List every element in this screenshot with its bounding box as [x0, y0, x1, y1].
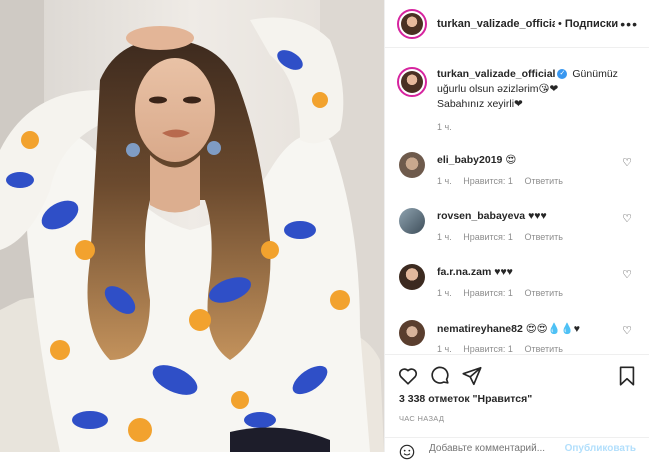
comment-input[interactable] — [429, 443, 559, 454]
comment-time[interactable]: 1 ч. — [437, 288, 452, 298]
comment-likes[interactable]: Нравится: 1 — [463, 288, 513, 298]
comment-meta: 1 ч. Нравится: 1 Ответить — [437, 232, 572, 242]
post-caption: turkan_valizade_official ✓ Günümüz uğurlu… — [397, 67, 640, 132]
commenter-avatar[interactable] — [399, 152, 425, 178]
caption-line-1: Günümüz — [572, 68, 618, 80]
comment-likes[interactable]: Нравится: 1 — [463, 232, 513, 242]
commenter-username[interactable]: fa.r.na.zam — [437, 266, 491, 278]
caption-line-3: Sabahınız xeyirli❤ — [437, 98, 523, 110]
comment-item: nematireyhane82 😍😍💧💧♥ 1 ч. Нравится: 1 О… — [397, 320, 640, 354]
reply-button[interactable]: Ответить — [524, 344, 562, 354]
comment-item: rovsen_babayeva ♥♥♥ 1 ч. Нравится: 1 Отв… — [397, 208, 640, 260]
verified-badge-icon: ✓ — [557, 69, 568, 80]
commenter-avatar[interactable] — [399, 208, 425, 234]
comments-list[interactable]: turkan_valizade_official ✓ Günümüz uğurlu… — [385, 49, 649, 354]
comment-time[interactable]: 1 ч. — [437, 344, 452, 354]
post-side-panel: turkan_valizade_official • Подписки ••• … — [384, 0, 649, 460]
likes-count[interactable]: 3 338 отметок "Нравится" — [399, 393, 532, 405]
comment-line: rovsen_babayeva ♥♥♥ — [437, 210, 547, 222]
author-username[interactable]: turkan_valizade_official — [437, 18, 555, 30]
comment-like-heart-icon[interactable]: ♡ — [622, 156, 632, 169]
heart-icon[interactable] — [397, 365, 419, 387]
commenter-username[interactable]: eli_baby2019 — [437, 154, 502, 166]
commenter-avatar[interactable] — [399, 264, 425, 290]
add-comment-bar: Опубликовать — [385, 437, 649, 460]
comment-text: 😍 — [505, 154, 517, 166]
comment-text: 😍😍💧💧♥ — [525, 323, 580, 335]
commenter-avatar[interactable] — [399, 320, 425, 346]
comment-line: nematireyhane82 😍😍💧💧♥ — [437, 322, 580, 335]
post-photo[interactable] — [0, 0, 384, 452]
bookmark-icon[interactable] — [616, 365, 638, 387]
comment-icon[interactable] — [429, 365, 451, 387]
comment-meta: 1 ч. Нравится: 1 Ответить — [437, 176, 572, 186]
caption-time[interactable]: 1 ч. — [437, 122, 640, 132]
commenter-username[interactable]: rovsen_babayeva — [437, 210, 525, 222]
comment-like-heart-icon[interactable]: ♡ — [622, 268, 632, 281]
comment-likes[interactable]: Нравится: 1 — [463, 344, 513, 354]
reply-button[interactable]: Ответить — [524, 176, 562, 186]
comment-time[interactable]: 1 ч. — [437, 232, 452, 242]
comment-like-heart-icon[interactable]: ♡ — [622, 324, 632, 337]
caption-line-2: uğurlu olsun əzizlərim😘❤ — [437, 83, 559, 95]
publish-button[interactable]: Опубликовать — [565, 443, 636, 454]
caption-text: turkan_valizade_official ✓ Günümüz uğurlu… — [437, 67, 640, 112]
share-icon[interactable] — [461, 365, 483, 387]
post-actions: 3 338 отметок "Нравится" час назад Опубл… — [385, 354, 649, 460]
comment-time[interactable]: 1 ч. — [437, 176, 452, 186]
emoji-icon[interactable] — [399, 444, 415, 460]
action-icons-row — [397, 365, 638, 389]
separator-dot: • — [558, 17, 562, 30]
post-header: turkan_valizade_official • Подписки ••• — [385, 0, 649, 48]
commenter-username[interactable]: nematireyhane82 — [437, 323, 523, 335]
comment-text: ♥♥♥ — [494, 266, 513, 278]
comment-meta: 1 ч. Нравится: 1 Ответить — [437, 344, 572, 354]
post-time[interactable]: час назад — [399, 414, 444, 423]
follow-status-button[interactable]: Подписки — [565, 18, 618, 30]
comment-item: eli_baby2019 😍 1 ч. Нравится: 1 Ответить… — [397, 152, 640, 204]
comment-line: fa.r.na.zam ♥♥♥ — [437, 266, 513, 278]
caption-username[interactable]: turkan_valizade_official — [437, 68, 555, 80]
more-horizontal-icon[interactable]: ••• — [620, 16, 638, 32]
comment-likes[interactable]: Нравится: 1 — [463, 176, 513, 186]
reply-button[interactable]: Ответить — [524, 288, 562, 298]
photo-illustration — [0, 0, 384, 452]
author-avatar[interactable] — [397, 8, 427, 39]
comment-text: ♥♥♥ — [528, 210, 547, 222]
comment-item: fa.r.na.zam ♥♥♥ 1 ч. Нравится: 1 Ответит… — [397, 264, 640, 316]
comment-like-heart-icon[interactable]: ♡ — [622, 212, 632, 225]
comment-line: eli_baby2019 😍 — [437, 154, 516, 166]
reply-button[interactable]: Ответить — [524, 232, 562, 242]
caption-avatar[interactable] — [397, 67, 427, 97]
comment-meta: 1 ч. Нравится: 1 Ответить — [437, 288, 572, 298]
